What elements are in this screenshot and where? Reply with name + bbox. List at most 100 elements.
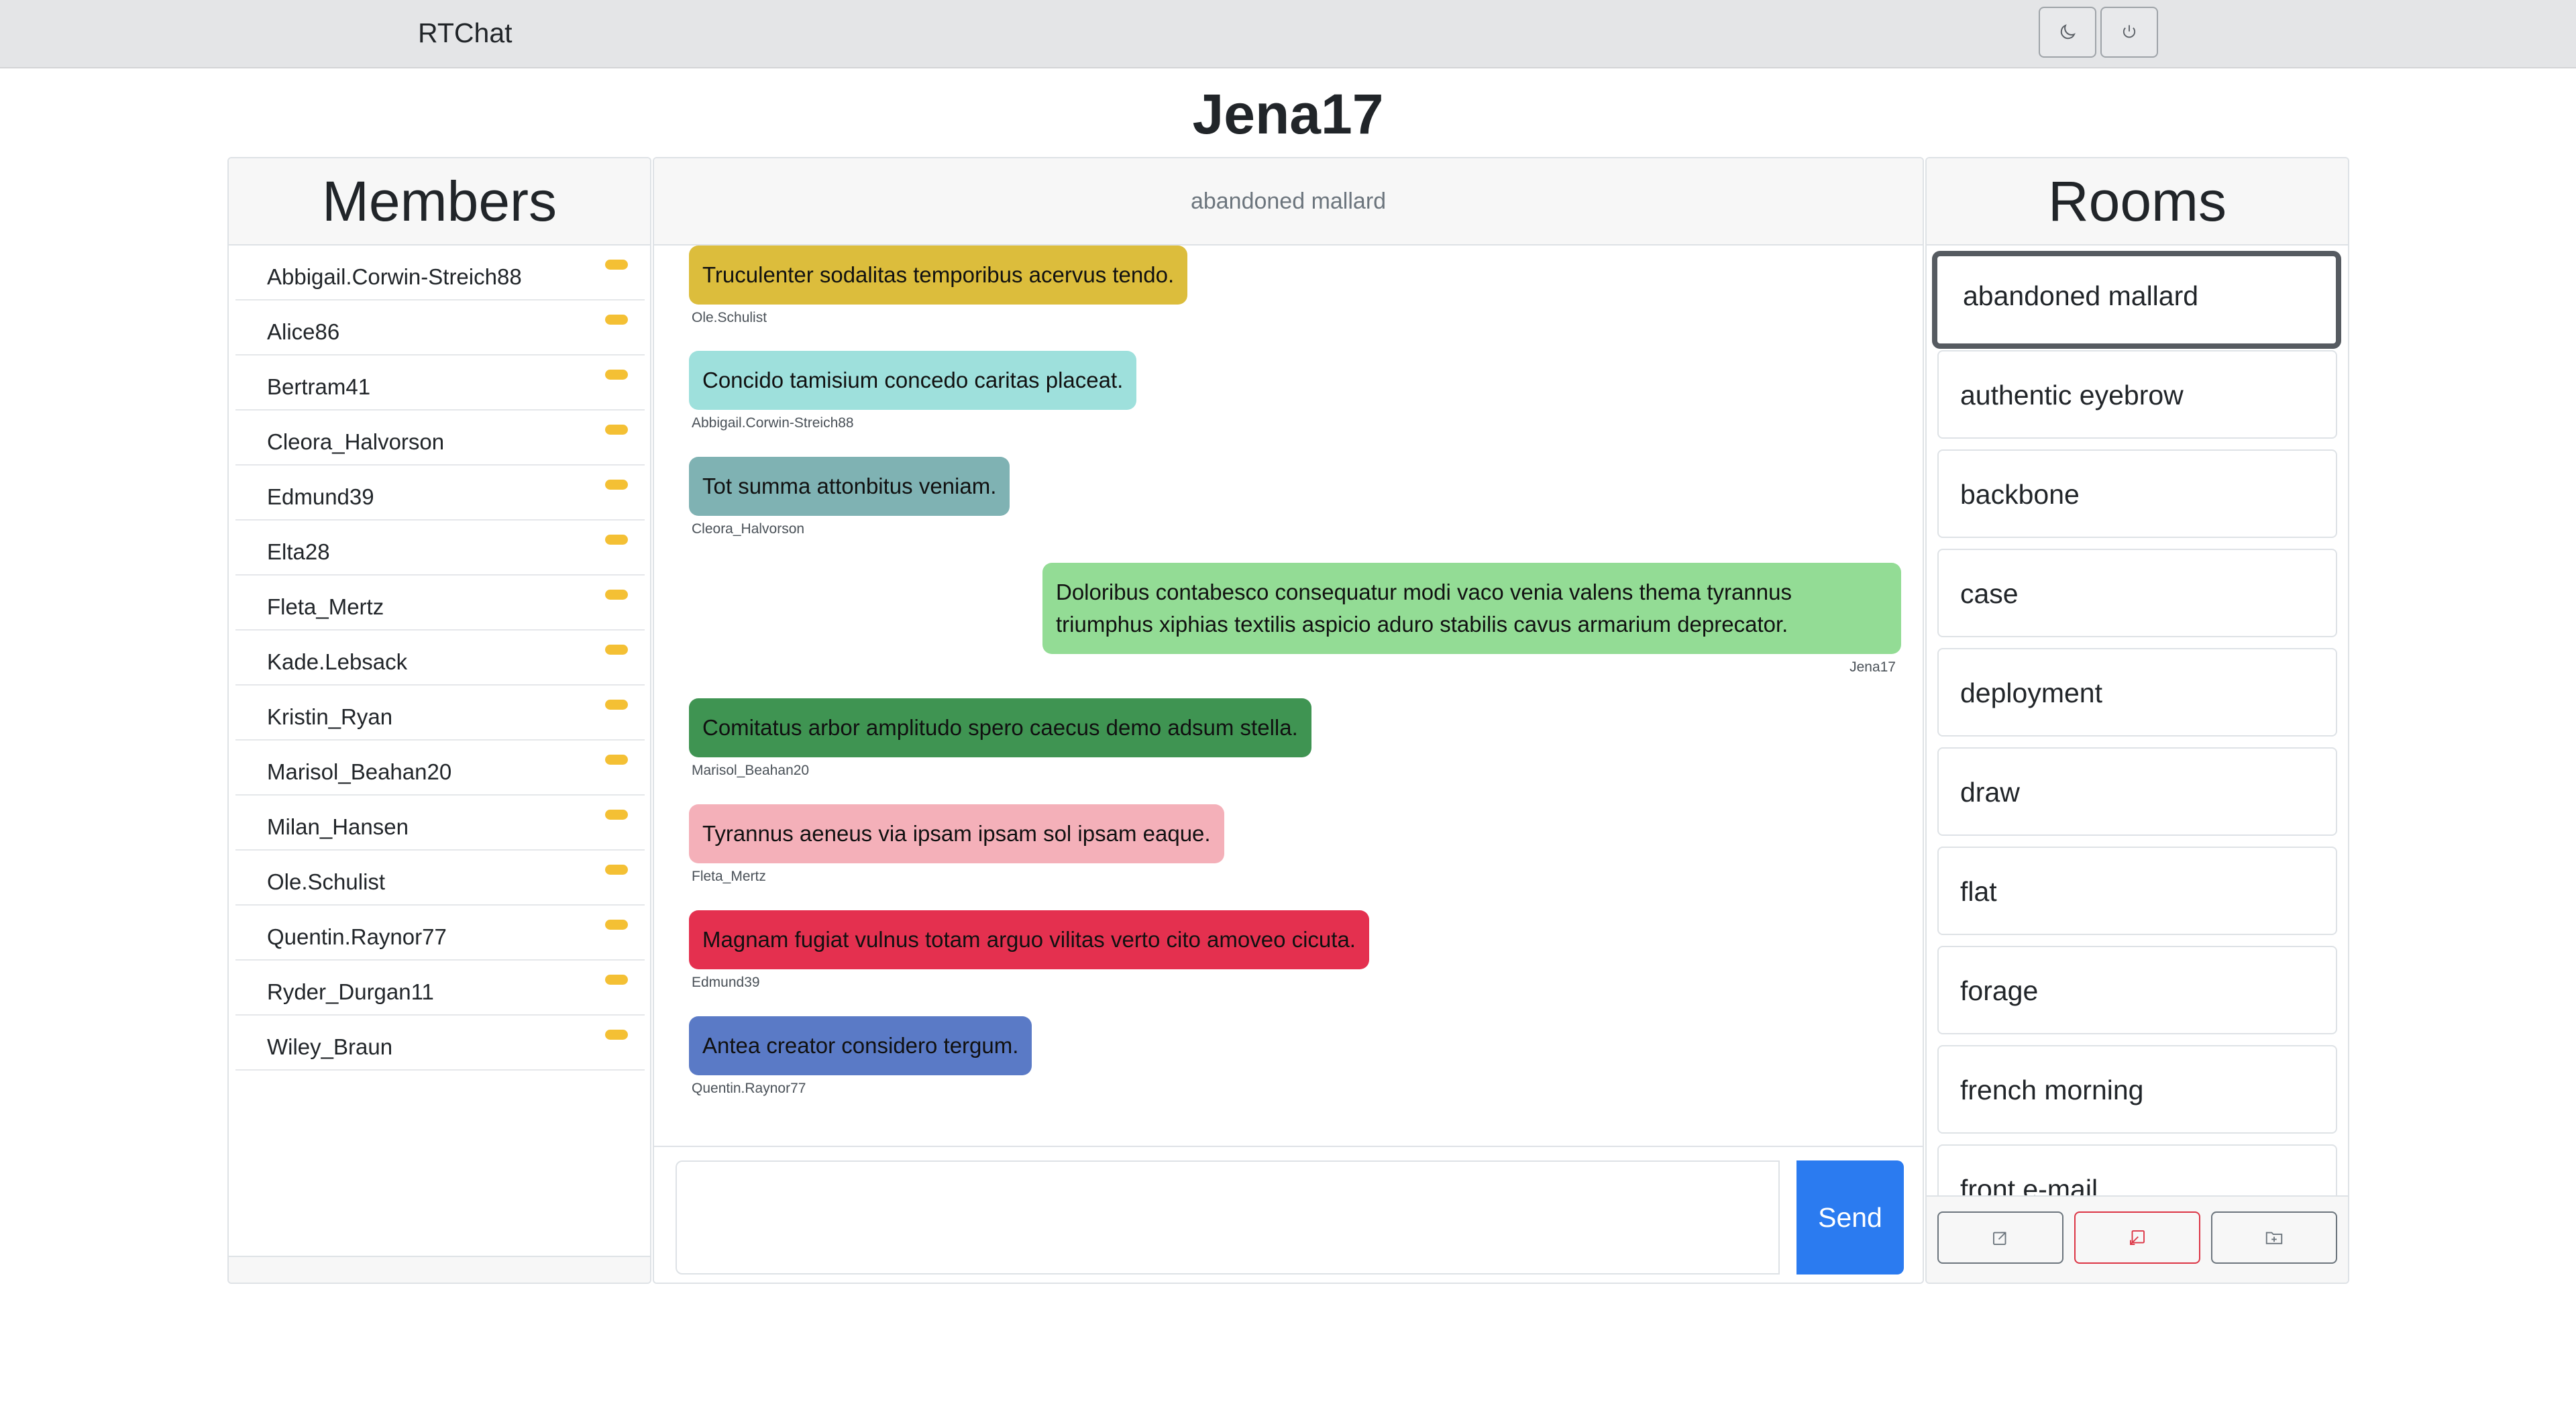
member-name: Bertram41 xyxy=(267,374,371,399)
room-name: abandoned mallard xyxy=(1963,280,2199,311)
member-item[interactable]: Kade.Lebsack xyxy=(235,631,645,686)
member-name: Fleta_Mertz xyxy=(267,594,384,619)
room-item[interactable]: backbone xyxy=(1937,449,2337,538)
room-name: draw xyxy=(1960,777,2020,808)
chat-panel: abandoned mallard Truculenter sodalitas … xyxy=(653,157,1924,1284)
top-navbar: RTChat xyxy=(0,0,2576,68)
room-name: case xyxy=(1960,578,2019,609)
status-indicator xyxy=(605,865,628,875)
logout-button[interactable] xyxy=(2100,7,2158,58)
member-item[interactable]: Alice86 xyxy=(235,301,645,356)
room-item[interactable]: abandoned mallard xyxy=(1932,251,2341,349)
message: Concido tamisium concedo caritas placeat… xyxy=(689,351,1137,431)
members-list: Abbigail.Corwin-Streich88 Alice86 Bertram4… xyxy=(229,246,650,1257)
power-icon xyxy=(2123,25,2136,38)
chat-header: abandoned mallard xyxy=(654,158,1923,246)
message: Antea creator considero tergum. Quentin.R… xyxy=(689,1016,1032,1097)
message: Tot summa attonbitus veniam. Cleora_Halvo… xyxy=(689,457,1010,537)
room-item[interactable]: forage xyxy=(1937,946,2337,1034)
member-item[interactable]: Wiley_Braun xyxy=(235,1016,645,1071)
member-name: Elta28 xyxy=(267,539,330,564)
status-indicator xyxy=(605,920,628,930)
message-list[interactable]: Truculenter sodalitas temporibus acervus… xyxy=(654,246,1923,1283)
status-indicator xyxy=(605,535,628,545)
leave-room-icon xyxy=(2130,1230,2145,1245)
room-name: deployment xyxy=(1960,677,2102,708)
message-bubble: Magnam fugiat vulnus totam arguo vilitas… xyxy=(689,910,1369,969)
message-author: Fleta_Mertz xyxy=(692,869,766,884)
member-name: Alice86 xyxy=(267,319,340,344)
room-name: forage xyxy=(1960,975,2039,1006)
status-indicator xyxy=(605,810,628,820)
room-name: authentic eyebrow xyxy=(1960,380,2184,411)
external-link-icon xyxy=(1993,1232,2006,1245)
member-name: Ryder_Durgan11 xyxy=(267,979,434,1004)
moon-icon xyxy=(2060,24,2076,40)
status-indicator xyxy=(605,755,628,765)
message-bubble: Concido tamisium concedo caritas placeat… xyxy=(689,351,1137,410)
folder-plus-icon xyxy=(2265,1232,2283,1244)
member-item[interactable]: Milan_Hansen xyxy=(235,796,645,851)
room-item[interactable]: deployment xyxy=(1937,648,2337,737)
member-item[interactable]: Bertram41 xyxy=(235,356,645,411)
members-title: Members xyxy=(321,169,557,233)
room-name: flat xyxy=(1960,876,1997,907)
member-item[interactable]: Elta28 xyxy=(235,521,645,576)
current-user-title: Jena17 xyxy=(1192,83,1384,146)
member-item[interactable]: Ryder_Durgan11 xyxy=(235,961,645,1016)
room-item[interactable]: case xyxy=(1937,549,2337,637)
chat-room-name: abandoned mallard xyxy=(1190,188,1387,214)
message-author: Ole.Schulist xyxy=(692,310,767,325)
rooms-actions xyxy=(1927,1195,2348,1283)
member-item[interactable]: Abbigail.Corwin-Streich88 xyxy=(235,246,645,301)
message-composer: Send xyxy=(654,1146,1923,1283)
theme-toggle-button[interactable] xyxy=(2039,7,2096,58)
message-author: Jena17 xyxy=(1849,659,1896,675)
rooms-header: Rooms xyxy=(1927,158,2348,246)
message-author: Cleora_Halvorson xyxy=(692,521,805,537)
rooms-panel: Rooms abandoned mallard authentic eyebrow… xyxy=(1925,157,2349,1284)
member-item[interactable]: Cleora_Halvorson xyxy=(235,411,645,466)
member-name: Milan_Hansen xyxy=(267,814,409,839)
leave-room-button[interactable] xyxy=(2074,1211,2200,1264)
member-item[interactable]: Fleta_Mertz xyxy=(235,576,645,631)
message: Tyrannus aeneus via ipsam ipsam sol ipsa… xyxy=(689,804,1224,885)
member-item[interactable]: Marisol_Beahan20 xyxy=(235,741,645,796)
message-bubble: Comitatus arbor amplitudo spero caecus d… xyxy=(689,698,1311,757)
member-item[interactable]: Kristin_Ryan xyxy=(235,686,645,741)
member-item[interactable]: Quentin.Raynor77 xyxy=(235,906,645,961)
message-input[interactable] xyxy=(676,1160,1780,1275)
message: Truculenter sodalitas temporibus acervus… xyxy=(689,246,1188,326)
message-author: Marisol_Beahan20 xyxy=(692,763,810,778)
member-name: Wiley_Braun xyxy=(267,1034,393,1059)
status-indicator xyxy=(605,425,628,435)
member-item[interactable]: Edmund39 xyxy=(235,466,645,521)
rooms-list[interactable]: abandoned mallard authentic eyebrow backbo… xyxy=(1927,246,2348,1283)
members-footer xyxy=(229,1256,650,1283)
room-item[interactable]: french morning xyxy=(1937,1045,2337,1134)
status-indicator xyxy=(605,645,628,655)
message-author: Quentin.Raynor77 xyxy=(692,1081,806,1096)
message: Comitatus arbor amplitudo spero caecus d… xyxy=(689,698,1311,779)
rooms-title: Rooms xyxy=(2047,169,2227,233)
create-room-button[interactable] xyxy=(2211,1211,2337,1264)
status-indicator xyxy=(605,590,628,600)
member-item[interactable]: Ole.Schulist xyxy=(235,851,645,906)
app-brand[interactable]: RTChat xyxy=(418,17,513,49)
room-item[interactable]: flat xyxy=(1937,847,2337,935)
message: Doloribus contabesco consequatur modi va… xyxy=(1042,563,1901,675)
send-button[interactable]: Send xyxy=(1796,1160,1904,1275)
status-indicator xyxy=(605,480,628,490)
join-room-button[interactable] xyxy=(1937,1211,2063,1264)
room-name: french morning xyxy=(1960,1075,2144,1105)
room-item[interactable]: draw xyxy=(1937,747,2337,836)
room-item[interactable]: authentic eyebrow xyxy=(1937,350,2337,439)
room-name: backbone xyxy=(1960,479,2080,510)
member-name: Marisol_Beahan20 xyxy=(267,759,452,784)
member-name: Ole.Schulist xyxy=(267,869,386,894)
member-name: Cleora_Halvorson xyxy=(267,429,445,454)
members-header: Members xyxy=(229,158,650,246)
message-bubble: Tot summa attonbitus veniam. xyxy=(689,457,1010,516)
members-panel: Members Abbigail.Corwin-Streich88 Alice86… xyxy=(227,157,651,1284)
status-indicator xyxy=(605,1030,628,1040)
